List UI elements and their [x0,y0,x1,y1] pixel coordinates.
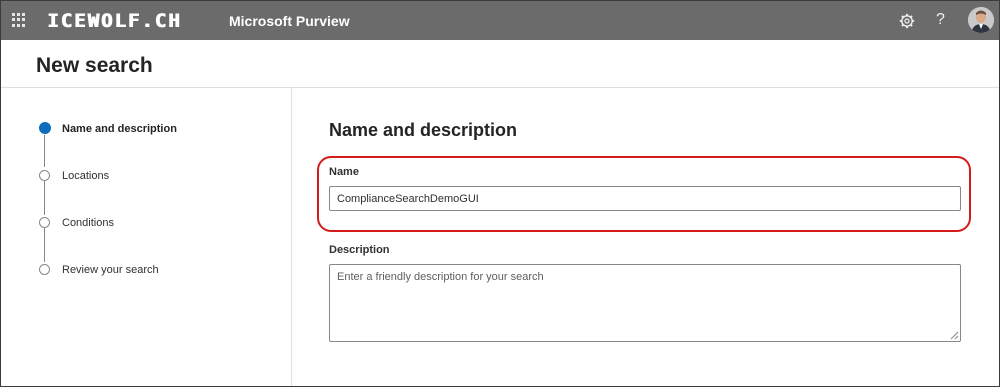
step-connector [44,228,45,262]
step-label: Review your search [62,264,159,276]
header-divider [1,87,999,88]
gear-icon[interactable] [899,13,915,29]
page-title: New search [36,54,153,77]
step-label: Conditions [62,217,114,229]
step-pending-icon [39,264,50,275]
step-label: Locations [62,170,110,182]
step-connector [44,181,45,215]
name-input[interactable] [329,186,961,211]
help-icon[interactable]: ? [936,10,945,30]
resize-grip-icon[interactable] [950,331,959,340]
app-launcher-icon[interactable] [12,13,26,27]
description-label: Description [329,244,390,256]
step-current-icon [39,122,51,134]
avatar[interactable] [968,7,994,33]
stepper-divider [291,88,292,386]
section-title: Name and description [329,120,518,140]
app-name[interactable]: Microsoft Purview [229,12,350,30]
step-label: Name and description [62,123,177,135]
step-connector [44,135,45,167]
org-logo: ICEWOLF.CH [47,10,182,32]
step-pending-icon [39,170,50,181]
step-pending-icon [39,217,50,228]
window: ICEWOLF.CH Microsoft Purview ? New searc… [0,0,1000,387]
top-bar: ICEWOLF.CH Microsoft Purview ? [1,1,999,40]
description-textarea[interactable] [329,264,961,342]
name-label: Name [329,166,359,178]
